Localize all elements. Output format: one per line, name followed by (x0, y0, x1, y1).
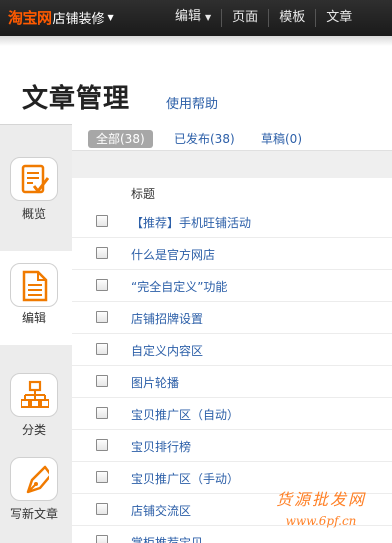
sidebar-item-edit[interactable]: 编辑 (0, 251, 72, 345)
row-checkbox[interactable] (96, 343, 108, 355)
sidebar-item-label: 概览 (21, 207, 46, 221)
nav-article[interactable]: 文章 (315, 8, 362, 27)
article-title-link[interactable]: 掌柜推荐宝贝 (131, 534, 203, 543)
table-row: “完全自定义”功能 (72, 270, 392, 302)
nav-edit[interactable]: 编辑 ▼ (165, 8, 221, 27)
brand-menu[interactable]: 淘宝网 店铺装修 ▼ (8, 6, 114, 28)
row-checkbox[interactable] (96, 407, 108, 419)
page-title: 文章管理 (22, 84, 131, 114)
row-checkbox[interactable] (96, 535, 108, 543)
top-bar: 淘宝网 店铺装修 ▼ 编辑 ▼ 页面 模板 文章 (0, 0, 392, 36)
table-row: 店铺招牌设置 (72, 302, 392, 334)
row-checkbox[interactable] (96, 503, 108, 515)
article-title-link[interactable]: 宝贝排行榜 (131, 438, 191, 455)
edit-document-icon (22, 270, 48, 302)
nav-page[interactable]: 页面 (221, 8, 268, 27)
row-checkbox[interactable] (96, 375, 108, 387)
sidebar-item-new-article[interactable]: 写新文章 (0, 451, 72, 531)
toolbar-strip (72, 150, 392, 178)
chevron-down-icon: ▼ (107, 12, 114, 22)
row-checkbox[interactable] (96, 247, 108, 259)
table-row: 【推荐】手机旺铺活动 (72, 206, 392, 238)
table-row: 什么是官方网店 (72, 238, 392, 270)
article-title-link[interactable]: 什么是官方网店 (131, 246, 215, 263)
row-checkbox[interactable] (96, 215, 108, 227)
article-title-link[interactable]: 宝贝推广区（手动） (131, 470, 239, 487)
sidebar-item-overview[interactable]: 概览 (0, 151, 72, 231)
sidebar-item-label: 编辑 (21, 311, 46, 325)
table-row: 图片轮播 (72, 366, 392, 398)
table-row: 宝贝推广区（自动） (72, 398, 392, 430)
top-nav: 编辑 ▼ 页面 模板 文章 (165, 8, 362, 27)
article-title-link[interactable]: 图片轮播 (131, 374, 179, 391)
article-title-link[interactable]: 【推荐】手机旺铺活动 (131, 214, 251, 231)
chevron-down-icon: ▼ (205, 13, 212, 22)
row-checkbox[interactable] (96, 279, 108, 291)
category-tree-icon (21, 380, 49, 408)
article-title-link[interactable]: “完全自定义”功能 (131, 278, 227, 295)
nav-template[interactable]: 模板 (268, 8, 315, 27)
tab-drafts[interactable]: 草稿(0) (261, 130, 302, 148)
sidebar-item-label: 写新文章 (9, 507, 58, 521)
taobao-logo: 淘宝网 (8, 8, 52, 27)
sidebar: 概览 编辑 分类 写新文章 (0, 124, 72, 543)
tab-all[interactable]: 全部(38) (88, 130, 153, 148)
article-title-link[interactable]: 店铺交流区 (131, 502, 191, 519)
column-title-header: 标题 (131, 187, 156, 201)
watermark: 货源批发网 www.6pf.cn (276, 490, 367, 528)
table-row: 掌柜推荐宝贝 (72, 526, 392, 543)
article-title-link[interactable]: 宝贝推广区（自动） (131, 406, 239, 423)
row-checkbox[interactable] (96, 439, 108, 451)
overview-checklist-icon (21, 164, 49, 194)
tab-published[interactable]: 已发布(38) (174, 130, 235, 148)
table-header: 标题 (72, 178, 392, 208)
sidebar-item-label: 分类 (21, 423, 46, 437)
table-row: 自定义内容区 (72, 334, 392, 366)
page-header: 文章管理 使用帮助 (0, 36, 392, 124)
article-title-link[interactable]: 店铺招牌设置 (131, 310, 203, 327)
product-name: 店铺装修 (52, 11, 105, 27)
help-link[interactable]: 使用帮助 (166, 93, 218, 112)
table-row: 宝贝排行榜 (72, 430, 392, 462)
article-title-link[interactable]: 自定义内容区 (131, 342, 203, 359)
sidebar-item-category[interactable]: 分类 (0, 367, 72, 447)
row-checkbox[interactable] (96, 311, 108, 323)
fountain-pen-icon (26, 465, 49, 494)
row-checkbox[interactable] (96, 471, 108, 483)
